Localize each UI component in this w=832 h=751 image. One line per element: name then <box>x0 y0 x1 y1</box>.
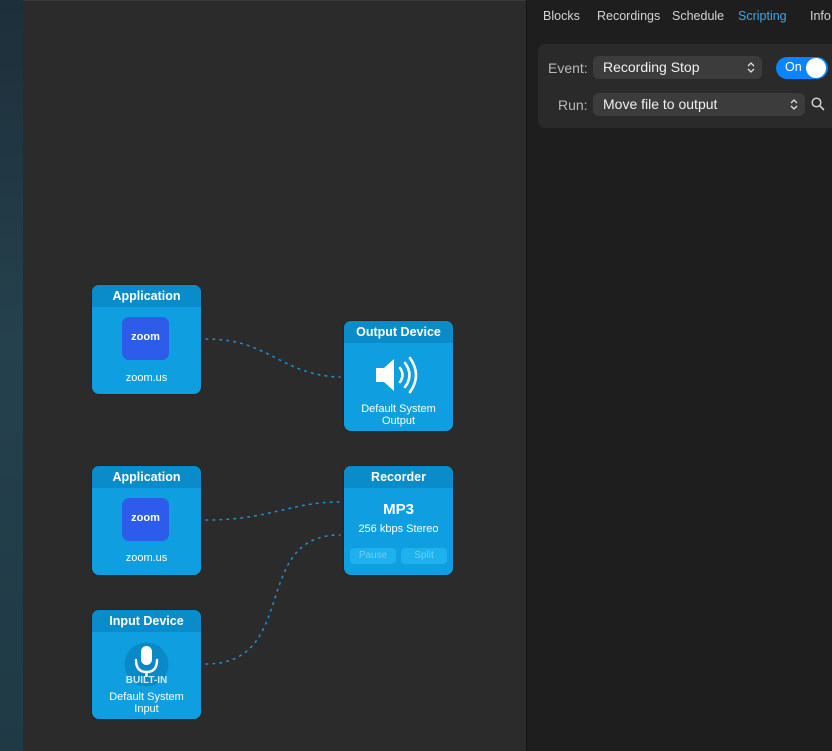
recorder-block[interactable]: Recorder MP3 256 kbps Stereo Pause Split <box>344 466 453 575</box>
connector-app1-to-output <box>205 338 341 378</box>
rule-enabled-toggle[interactable]: On <box>776 57 828 79</box>
block-header: Output Device <box>344 321 453 343</box>
input-device-block[interactable]: Input Device BUILT-IN Default System Inp… <box>92 610 201 719</box>
run-select[interactable]: Move file to output <box>593 93 805 116</box>
application-name: zoom.us <box>125 372 168 384</box>
output-device-name: Default System Output <box>361 403 436 427</box>
zoom-app-icon: zoom <box>122 317 169 360</box>
event-label: Event: <box>548 60 588 76</box>
toggle-knob <box>806 58 826 78</box>
connector-input-to-recorder <box>205 534 341 665</box>
event-select-value: Recording Stop <box>603 59 700 75</box>
event-select[interactable]: Recording Stop <box>593 56 762 79</box>
tab-blocks[interactable]: Blocks <box>543 9 580 23</box>
recording-quality: 256 kbps Stereo <box>358 523 439 535</box>
zoom-icon-text: zoom <box>131 512 160 524</box>
run-label: Run: <box>558 97 588 113</box>
split-button[interactable]: Split <box>401 548 447 564</box>
tab-scripting[interactable]: Scripting <box>738 9 787 23</box>
pause-button[interactable]: Pause <box>350 548 396 564</box>
toggle-label: On <box>785 60 802 74</box>
run-select-value: Move file to output <box>603 96 718 112</box>
input-device-name: Default System Input <box>109 691 184 715</box>
search-icon[interactable] <box>811 97 825 111</box>
chevron-updown-icon <box>790 99 798 110</box>
block-header: Input Device <box>92 610 201 632</box>
built-in-badge: BUILT-IN <box>125 675 168 686</box>
tab-recordings[interactable]: Recordings <box>597 9 660 23</box>
block-header: Application <box>92 466 201 488</box>
chevron-updown-icon <box>747 62 755 73</box>
connector-app2-to-recorder <box>205 501 341 521</box>
zoom-icon-text: zoom <box>131 331 160 343</box>
recording-format: MP3 <box>383 501 414 518</box>
application-block[interactable]: Application zoom zoom.us <box>92 285 201 394</box>
output-device-block[interactable]: Output Device Default System Output <box>344 321 453 431</box>
application-name: zoom.us <box>125 552 168 564</box>
block-header: Recorder <box>344 466 453 488</box>
zoom-app-icon: zoom <box>122 498 169 541</box>
application-block[interactable]: Application zoom zoom.us <box>92 466 201 575</box>
block-header: Application <box>92 285 201 307</box>
speaker-icon <box>376 356 418 394</box>
tab-schedule[interactable]: Schedule <box>672 9 724 23</box>
tab-info[interactable]: Info <box>810 9 831 23</box>
